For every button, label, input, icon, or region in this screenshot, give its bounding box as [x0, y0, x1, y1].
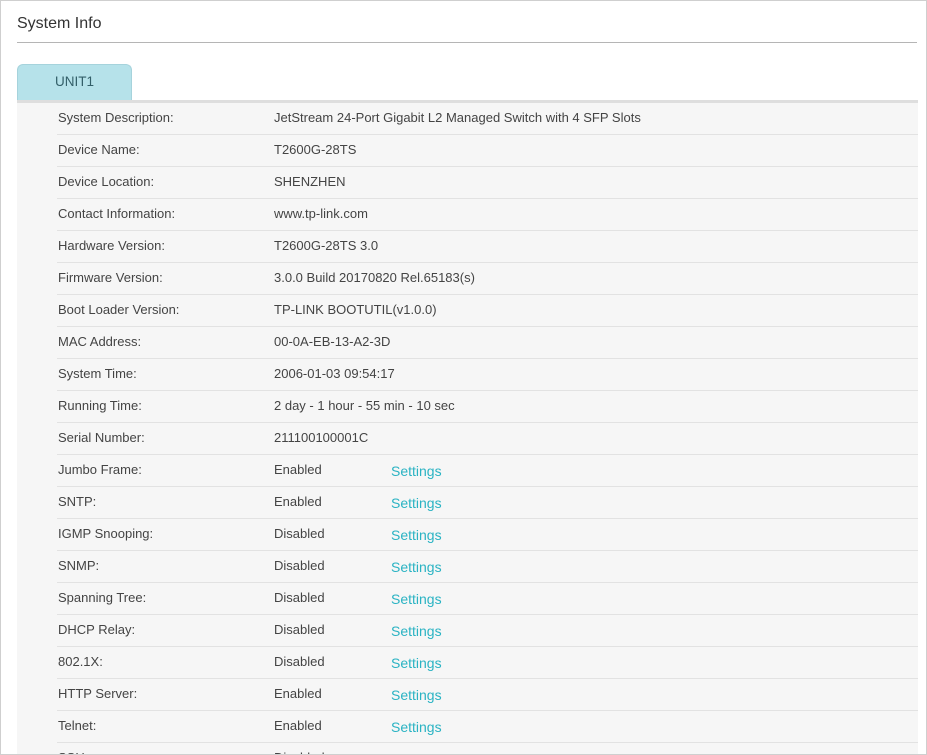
- row-label: Boot Loader Version:: [58, 302, 180, 317]
- page-title: System Info: [17, 15, 102, 32]
- table-row: MAC Address: 00-0A-EB-13-A2-3D: [57, 327, 918, 359]
- row-label: Running Time:: [58, 398, 142, 413]
- row-value: Disabled: [274, 526, 325, 541]
- row-label: Device Location:: [58, 174, 155, 189]
- row-label: IGMP Snooping:: [58, 526, 154, 541]
- row-value: Disabled: [274, 743, 325, 754]
- row-label: Jumbo Frame:: [58, 462, 142, 477]
- system-info-window: System Info UNIT1 System Description: Jet…: [0, 0, 927, 755]
- table-row: System Time: 2006-01-03 09:54:17: [57, 359, 918, 391]
- title-divider: [17, 42, 917, 43]
- row-label: System Description:: [58, 110, 174, 125]
- table-row: Serial Number: 211100100001C: [57, 423, 918, 455]
- row-label: System Time:: [58, 366, 137, 381]
- table-row: Firmware Version: 3.0.0 Build 20170820 Re…: [57, 263, 918, 295]
- info-table: System Description: JetStream 24-Port Gig…: [17, 100, 918, 754]
- row-value: Disabled: [274, 558, 325, 573]
- table-row: 802.1X: Disabled Settings: [57, 647, 918, 679]
- row-label: MAC Address:: [58, 334, 142, 349]
- settings-link[interactable]: Settings: [391, 648, 442, 678]
- table-row: Hardware Version: T2600G-28TS 3.0: [57, 231, 918, 263]
- row-label: SNMP:: [58, 558, 100, 573]
- row-label: Hardware Version:: [58, 238, 165, 253]
- row-label: Device Name:: [58, 142, 140, 157]
- row-value: Disabled: [274, 654, 325, 669]
- row-value: 00-0A-EB-13-A2-3D: [274, 334, 391, 349]
- row-label: 802.1X:: [58, 654, 103, 669]
- table-row: Spanning Tree: Disabled Settings: [57, 583, 918, 615]
- row-value: Enabled: [274, 718, 322, 733]
- table-row: SSH: Disabled Settings: [57, 743, 918, 754]
- table-row: SNTP: Enabled Settings: [57, 487, 918, 519]
- row-value: 3.0.0 Build 20170820 Rel.65183(s): [274, 270, 475, 285]
- row-label: Telnet:: [58, 718, 97, 733]
- table-row: System Description: JetStream 24-Port Gig…: [57, 103, 918, 135]
- row-value: T2600G-28TS 3.0: [274, 238, 379, 253]
- row-value: SHENZHEN: [274, 174, 346, 189]
- row-label: SNTP:: [58, 494, 97, 509]
- row-label: DHCP Relay:: [58, 622, 136, 637]
- row-value: www.tp-link.com: [274, 206, 368, 221]
- row-value: Enabled: [274, 462, 322, 477]
- row-value: Disabled: [274, 622, 325, 637]
- table-row: Running Time: 2 day - 1 hour - 55 min - 1…: [57, 391, 918, 423]
- table-row: IGMP Snooping: Disabled Settings: [57, 519, 918, 551]
- row-value: 2006-01-03 09:54:17: [274, 366, 395, 381]
- row-label: Spanning Tree:: [58, 590, 147, 605]
- row-value: Disabled: [274, 590, 325, 605]
- settings-link[interactable]: Settings: [391, 680, 442, 710]
- settings-link[interactable]: Settings: [391, 456, 442, 486]
- table-row: Boot Loader Version: TP-LINK BOOTUTIL(v1.…: [57, 295, 918, 327]
- row-label: HTTP Server:: [58, 686, 138, 701]
- row-value: Enabled: [274, 686, 322, 701]
- settings-link[interactable]: Settings: [391, 520, 442, 550]
- row-value: T2600G-28TS: [274, 142, 357, 157]
- settings-link[interactable]: Settings: [391, 584, 442, 614]
- row-label: SSH:: [58, 743, 88, 754]
- row-label: Firmware Version:: [58, 270, 163, 285]
- table-row: Device Location: SHENZHEN: [57, 167, 918, 199]
- table-row: Device Name: T2600G-28TS: [57, 135, 918, 167]
- row-value: Enabled: [274, 494, 322, 509]
- settings-link[interactable]: Settings: [391, 552, 442, 582]
- row-label: Contact Information:: [58, 206, 176, 221]
- tab-unit1[interactable]: UNIT1: [17, 64, 132, 100]
- table-row: Telnet: Enabled Settings: [57, 711, 918, 743]
- row-value: TP-LINK BOOTUTIL(v1.0.0): [274, 302, 437, 317]
- row-label: Serial Number:: [58, 430, 145, 445]
- table-row: DHCP Relay: Disabled Settings: [57, 615, 918, 647]
- settings-link[interactable]: Settings: [391, 616, 442, 646]
- row-value: JetStream 24-Port Gigabit L2 Managed Swi…: [274, 110, 641, 125]
- settings-link[interactable]: Settings: [391, 488, 442, 518]
- row-value: 211100100001C: [274, 430, 369, 445]
- table-row: Contact Information: www.tp-link.com: [57, 199, 918, 231]
- row-value: 2 day - 1 hour - 55 min - 10 sec: [274, 398, 455, 413]
- settings-link[interactable]: Settings: [391, 744, 442, 754]
- settings-link[interactable]: Settings: [391, 712, 442, 742]
- table-row: SNMP: Disabled Settings: [57, 551, 918, 583]
- table-row: Jumbo Frame: Enabled Settings: [57, 455, 918, 487]
- table-row: HTTP Server: Enabled Settings: [57, 679, 918, 711]
